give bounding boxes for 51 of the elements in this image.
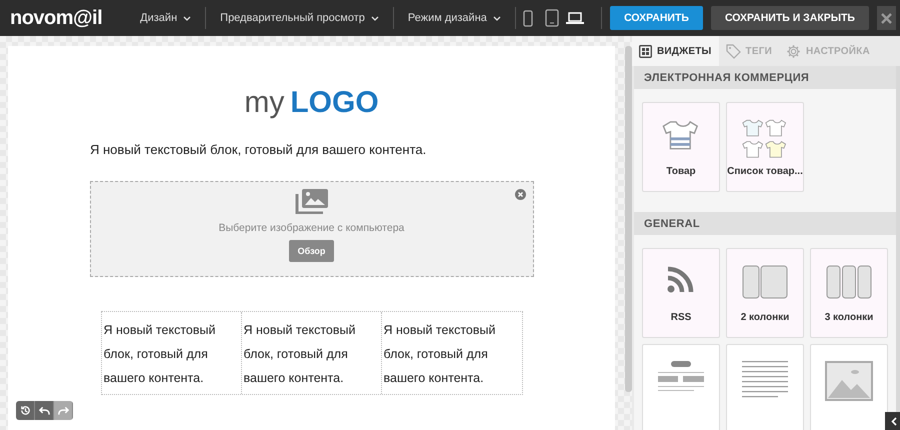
widget-tile[interactable] — [726, 344, 804, 430]
save-button[interactable]: СОХРАНИТЬ — [610, 6, 703, 30]
widget-tile[interactable]: Список товар... — [726, 102, 804, 192]
images-icon — [294, 188, 328, 214]
scrollbar[interactable] — [625, 46, 632, 392]
history-icon — [20, 405, 30, 416]
chevron-icon — [183, 16, 192, 20]
widgets-icon — [639, 44, 652, 58]
settings-icon — [786, 44, 801, 58]
save-and-close-button[interactable]: СОХРАНИТЬ И ЗАКРЫТЬ — [710, 6, 869, 30]
chevron-icon — [492, 16, 501, 20]
laptop-icon — [566, 12, 584, 24]
widget-tile[interactable]: 3 колонки — [810, 248, 888, 338]
intro-text: Я новый текстовый блок, готовый для вашего контента. — [90, 142, 426, 157]
menu-dropdown[interactable]: Режим дизайна — [394, 7, 516, 29]
remove-icon[interactable] — [514, 189, 526, 200]
image-icon — [825, 361, 873, 401]
three-columns-icon — [826, 265, 872, 299]
close-icon — [881, 12, 892, 24]
logo-prefix: my — [244, 86, 284, 120]
image-hint: Выберите изображение с компьютера — [218, 222, 404, 234]
undo-icon — [38, 406, 50, 416]
logo-word: LOGO — [290, 86, 379, 120]
section-title: ЭЛЕКТРОННАЯ КОММЕРЦИЯ — [634, 66, 896, 89]
app-logo: novom@il — [9, 6, 104, 30]
history-button[interactable] — [16, 401, 35, 420]
undo-button[interactable] — [35, 401, 54, 420]
column-text: Я новый текстовый блок, готовый для вашего контента. — [382, 322, 496, 387]
widget-tile[interactable]: Товар — [642, 102, 720, 192]
panel-tab[interactable]: ВИДЖЕТЫ — [632, 36, 719, 66]
widget-tile[interactable] — [642, 344, 720, 430]
tag-icon — [726, 44, 741, 58]
chevron-icon — [370, 16, 379, 20]
text-lines-icon — [742, 361, 788, 399]
redo-icon — [58, 406, 68, 416]
widget-tile[interactable]: 2 колонки — [726, 248, 804, 338]
two-columns-icon — [742, 265, 788, 299]
widget-tile[interactable] — [810, 344, 888, 430]
phone-icon — [522, 10, 533, 26]
menu-dropdown[interactable]: Предварительный просмотр — [206, 7, 394, 29]
column-text: Я новый текстовый блок, готовый для вашего контента. — [102, 312, 242, 394]
widget-tile[interactable]: RSS — [642, 248, 720, 338]
rss-icon — [667, 265, 695, 293]
chevron-left-icon — [890, 416, 896, 426]
section-title: GENERAL — [634, 212, 896, 235]
close-button[interactable] — [876, 6, 896, 30]
browse-button[interactable]: Обзор — [288, 240, 334, 262]
column-text: Я новый текстовый блок, готовый для вашего контента. — [242, 312, 382, 394]
collapse-button[interactable] — [885, 412, 900, 430]
tablet-icon — [544, 9, 559, 27]
menu-dropdown[interactable]: Дизайн — [126, 7, 206, 29]
